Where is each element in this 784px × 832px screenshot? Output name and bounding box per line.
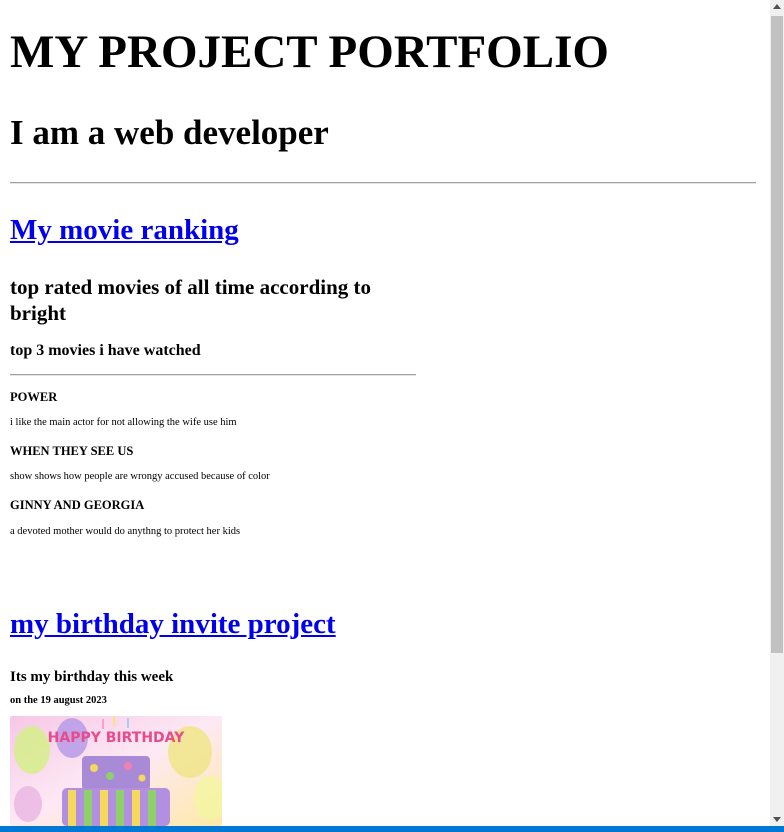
movie-description: a devoted mother would do anythng to pro…: [10, 526, 241, 537]
movie-description: show shows how people are wrongy accused…: [10, 471, 270, 482]
status-bar: [0, 826, 784, 832]
movie-ranking-link[interactable]: My movie ranking: [10, 212, 239, 248]
page-subtitle: I am a web developer: [10, 113, 329, 152]
movie-description: i like the main actor for not allowing t…: [10, 417, 237, 428]
movie-title: POWER: [10, 390, 58, 404]
movie-title: WHEN THEY SEE US: [10, 444, 134, 458]
scroll-up-arrow-icon[interactable]: [770, 0, 784, 14]
page-title: MY PROJECT PORTFOLIO: [10, 26, 609, 78]
movie-title: GINNY AND GEORGIA: [10, 498, 145, 512]
scroll-down-arrow-icon[interactable]: [770, 812, 784, 826]
movie-section-subheading: top 3 movies i have watched: [10, 342, 201, 359]
birthday-invite-link[interactable]: my birthday invite project: [10, 606, 336, 642]
movie-section-heading: top rated movies of all time according t…: [10, 275, 372, 325]
vertical-scrollbar[interactable]: [770, 0, 784, 826]
birthday-heading: Its my birthday this week: [10, 669, 174, 685]
scrollbar-thumb[interactable]: [771, 16, 783, 653]
movie-divider: [10, 374, 416, 376]
birthday-cake-image: HAPPY BIRTHDAY: [10, 716, 222, 826]
divider: [10, 182, 756, 184]
happy-birthday-topper: HAPPY BIRTHDAY: [48, 730, 185, 746]
birthday-date: on the 19 august 2023: [10, 695, 107, 706]
